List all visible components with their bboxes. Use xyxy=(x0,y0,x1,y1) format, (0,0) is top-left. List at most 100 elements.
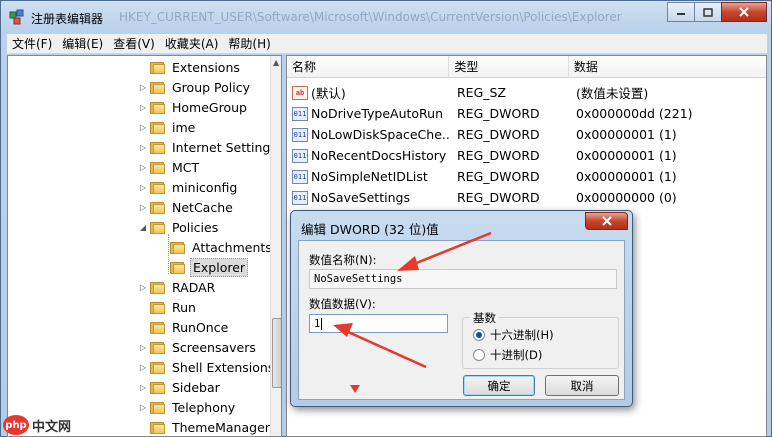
tree-item-label: Explorer xyxy=(190,257,249,277)
expand-arrow-icon[interactable]: ▷ xyxy=(138,203,148,212)
radio-hex-dot[interactable] xyxy=(473,329,485,341)
regedit-window: 注册表编辑器 HKEY_CURRENT_USER\Software\Micros… xyxy=(0,0,772,437)
tree-item-label: MCT xyxy=(172,159,200,175)
tree-item-mct[interactable]: ▷ MCT xyxy=(138,157,199,177)
menu-view[interactable]: 查看(V) xyxy=(108,35,160,52)
tree-item-policies[interactable]: ◢ Policies xyxy=(138,217,218,237)
tree-scrollbar[interactable]: ▲ xyxy=(270,56,281,436)
dialog-close-button[interactable] xyxy=(585,212,628,230)
registry-tree[interactable]: Extensions ▷ Group Policy ▷ HomeGroup ▷ ime ▷ In… xyxy=(7,55,282,437)
column-name-header[interactable]: 名称 xyxy=(287,56,450,78)
tree-item-sidebar[interactable]: ▷ Sidebar xyxy=(138,377,220,397)
tree-item-label: ThemeManager xyxy=(172,419,270,435)
folder-icon xyxy=(150,280,166,294)
expand-arrow-icon[interactable]: ▷ xyxy=(138,183,148,192)
tree-item-run[interactable]: Run xyxy=(138,297,196,317)
expand-arrow-icon[interactable]: ▷ xyxy=(138,363,148,372)
scroll-up-icon[interactable]: ▲ xyxy=(273,58,279,67)
tree-item-explorer[interactable]: Explorer xyxy=(158,257,249,277)
radio-dec[interactable]: 十进制(D) xyxy=(473,347,542,363)
column-type-header[interactable]: 类型 xyxy=(449,56,569,78)
expand-arrow-icon[interactable]: ▷ xyxy=(138,403,148,412)
expand-arrow-icon[interactable]: ▷ xyxy=(138,383,148,392)
expand-arrow-icon[interactable]: ▷ xyxy=(138,103,148,112)
tree-item-miniconfig[interactable]: ▷ miniconfig xyxy=(138,177,237,197)
expand-arrow-icon[interactable]: ▷ xyxy=(138,283,148,292)
tree-item-internet-settings[interactable]: ▷ Internet Settings xyxy=(138,137,277,157)
expand-arrow-icon[interactable]: ◢ xyxy=(138,223,148,232)
folder-icon xyxy=(150,300,166,314)
text-caret xyxy=(321,318,323,330)
tree-item-label: NetCache xyxy=(172,199,233,215)
value-name: NoRecentDocsHistory xyxy=(311,148,447,163)
value-data: 0x00000000 (0) xyxy=(576,190,677,205)
tree-item-ime[interactable]: ▷ ime xyxy=(138,117,195,137)
value-row[interactable]: 011 NoLowDiskSpaceChe... REG_DWORD 0x000000… xyxy=(287,124,766,145)
menu-edit[interactable]: 编辑(E) xyxy=(57,35,108,52)
tree-scroll-thumb[interactable] xyxy=(272,318,281,388)
value-row[interactable]: ab (默认) REG_SZ (数值未设置) xyxy=(287,82,766,103)
window-path-ghost: HKEY_CURRENT_USER\Software\Microsoft\Win… xyxy=(119,10,622,24)
tree-item-attachments[interactable]: Attachments xyxy=(158,237,272,257)
tree-item-label: miniconfig xyxy=(172,179,238,195)
window-title: 注册表编辑器 xyxy=(31,12,104,26)
tree-item-label: Extensions xyxy=(172,59,240,75)
radio-hex[interactable]: 十六进制(H) xyxy=(473,327,554,343)
tree-item-group-policy[interactable]: ▷ Group Policy xyxy=(138,77,250,97)
tree-item-screensavers[interactable]: ▷ Screensavers xyxy=(138,337,256,357)
cancel-button[interactable]: 取消 xyxy=(545,375,619,396)
tree-item-radar[interactable]: ▷ RADAR xyxy=(138,277,215,297)
value-name: NoSaveSettings xyxy=(311,190,410,205)
tree-item-label: Run xyxy=(172,299,196,315)
radio-dec-label: 十进制(D) xyxy=(490,348,543,362)
tree-item-label: Internet Settings xyxy=(172,139,277,155)
tree-item-runonce[interactable]: RunOnce xyxy=(138,317,228,337)
value-data-text: 1 xyxy=(314,318,321,330)
column-data-header[interactable]: 数据 xyxy=(569,56,766,78)
minimize-icon xyxy=(677,13,685,15)
radio-hex-label: 十六进制(H) xyxy=(490,328,554,342)
expand-arrow-icon[interactable]: ▷ xyxy=(138,83,148,92)
value-row[interactable]: 011 NoDriveTypeAutoRun REG_DWORD 0x000000dd… xyxy=(287,103,766,124)
maximize-button[interactable] xyxy=(694,2,722,22)
folder-icon xyxy=(170,260,186,274)
ok-button[interactable]: 确定 xyxy=(463,375,535,396)
folder-icon xyxy=(150,340,166,354)
value-name: (默认) xyxy=(311,86,346,101)
close-button[interactable] xyxy=(721,2,767,22)
tree-item-thememanager[interactable]: ThemeManager xyxy=(138,417,270,436)
tree-item-label: Group Policy xyxy=(172,79,250,95)
binary-value-icon: 011 xyxy=(292,169,308,184)
value-data-input[interactable]: 1 xyxy=(309,314,448,333)
menu-file[interactable]: 文件(F) xyxy=(7,35,57,52)
tree-item-shell-extensions[interactable]: ▷ Shell Extensions xyxy=(138,357,274,377)
value-row[interactable]: 011 NoRecentDocsHistory REG_DWORD 0x0000000… xyxy=(287,145,766,166)
value-data: 0x00000001 (1) xyxy=(576,148,677,163)
folder-icon xyxy=(150,100,166,114)
expand-arrow-icon[interactable]: ▷ xyxy=(138,163,148,172)
close-icon xyxy=(739,7,749,17)
tree-item-netcache[interactable]: ▷ NetCache xyxy=(138,197,233,217)
binary-value-icon: 011 xyxy=(292,148,308,163)
expand-arrow-icon[interactable]: ▷ xyxy=(138,143,148,152)
value-data: 0x00000001 (1) xyxy=(576,127,677,142)
value-name-field[interactable]: NoSaveSettings xyxy=(309,269,617,289)
tree-item-label: Telephony xyxy=(172,399,236,415)
tree-item-extensions[interactable]: Extensions xyxy=(138,57,240,77)
value-row[interactable]: 011 NoSaveSettings REG_DWORD 0x00000000 (0) xyxy=(287,187,766,208)
folder-icon xyxy=(150,420,166,434)
tree-item-homegroup[interactable]: ▷ HomeGroup xyxy=(138,97,247,117)
minimize-button[interactable] xyxy=(667,2,695,22)
title-bar[interactable]: 注册表编辑器 HKEY_CURRENT_USER\Software\Micros… xyxy=(1,1,771,33)
value-data: (数值未设置) xyxy=(576,86,649,101)
radio-dec-dot[interactable] xyxy=(473,349,485,361)
tree-item-telephony[interactable]: ▷ Telephony xyxy=(138,397,235,417)
menu-help[interactable]: 帮助(H) xyxy=(223,35,275,52)
expand-arrow-icon[interactable]: ▷ xyxy=(138,343,148,352)
value-name: NoDriveTypeAutoRun xyxy=(311,106,444,121)
value-type: REG_SZ xyxy=(457,85,507,100)
expand-arrow-icon[interactable]: ▷ xyxy=(138,123,148,132)
value-row[interactable]: 011 NoSimpleNetIDList REG_DWORD 0x00000001 … xyxy=(287,166,766,187)
value-data: 0x000000dd (221) xyxy=(576,106,693,121)
menu-favorites[interactable]: 收藏夹(A) xyxy=(160,35,224,52)
